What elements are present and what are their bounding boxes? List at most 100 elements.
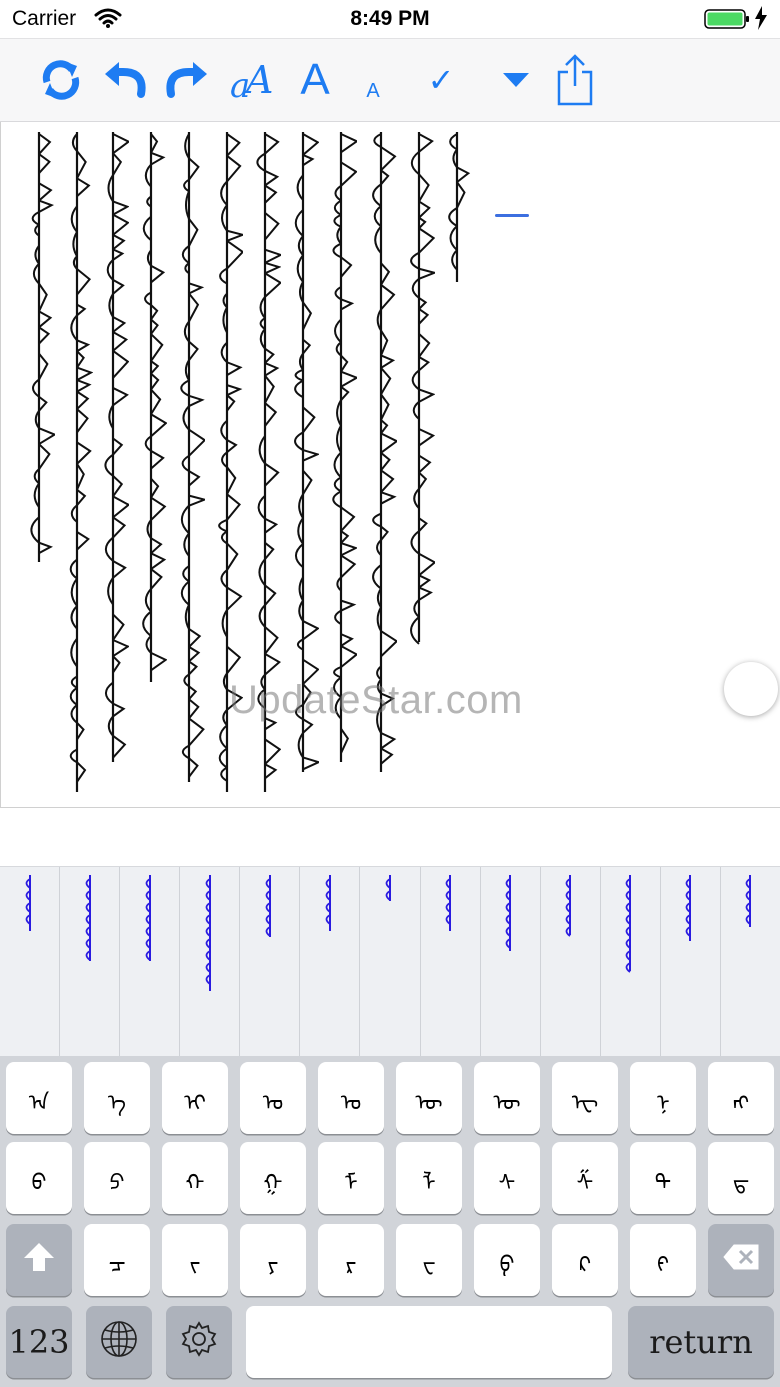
key-3-7[interactable]: ᠺ — [552, 1224, 618, 1296]
settings-key[interactable] — [166, 1306, 232, 1378]
shift-key[interactable] — [6, 1224, 72, 1296]
suggestion-item[interactable] — [481, 867, 541, 1056]
key-label: ᠪ — [31, 1171, 47, 1196]
key-label: ᠭ — [263, 1171, 283, 1196]
text-column — [321, 128, 360, 768]
key-label: ᠲ — [654, 1171, 672, 1196]
key-1-3[interactable]: ᠢ — [162, 1062, 228, 1134]
svg-text:A: A — [243, 58, 273, 102]
undo-button[interactable] — [98, 47, 152, 113]
key-label: ᠣ — [262, 1091, 284, 1116]
key-3-3[interactable]: ᠶ — [240, 1224, 306, 1296]
charging-icon — [754, 6, 768, 35]
key-label: ᠠ — [28, 1091, 50, 1116]
suggestion-item[interactable] — [421, 867, 481, 1056]
key-3-6[interactable]: ᠹ — [474, 1224, 540, 1296]
font-size-increase-button[interactable]: A — [288, 47, 342, 113]
key-3-2[interactable]: ᠵ — [162, 1224, 228, 1296]
key-1-2[interactable]: ᠡ — [84, 1062, 150, 1134]
key-label: ᠵ — [189, 1253, 201, 1278]
key-label: ᠢ — [184, 1091, 206, 1116]
font-style-icon: a A — [228, 57, 276, 103]
key-label: ᠡ — [107, 1091, 127, 1116]
numbers-key[interactable]: 123 — [6, 1306, 72, 1378]
key-2-9[interactable]: ᠲ — [630, 1142, 696, 1214]
key-2-4[interactable]: ᠭ — [240, 1142, 306, 1214]
triangle-down-icon — [502, 71, 530, 89]
key-label: ᠥ — [415, 1091, 443, 1116]
key-2-3[interactable]: ᠬ — [162, 1142, 228, 1214]
status-bar: Carrier 8:49 PM — [0, 0, 780, 38]
dropdown-button[interactable] — [494, 47, 538, 113]
editor-toolbar: a A A A ✓ — [0, 38, 780, 122]
text-column — [57, 128, 94, 798]
shift-icon — [22, 1241, 56, 1279]
key-2-8[interactable]: ᠱ — [552, 1142, 618, 1214]
confirm-button[interactable]: ✓ — [416, 47, 466, 113]
suggestion-item[interactable] — [721, 867, 780, 1056]
key-1-1[interactable]: ᠠ — [6, 1062, 72, 1134]
text-column — [93, 128, 131, 768]
suggestion-item[interactable] — [120, 867, 181, 1056]
share-icon — [555, 54, 595, 106]
key-2-6[interactable]: ᠯ — [396, 1142, 462, 1214]
key-1-9[interactable]: ᠨ — [630, 1062, 696, 1134]
text-column — [437, 128, 473, 288]
globe-icon — [99, 1319, 139, 1365]
key-3-8[interactable]: ᠻ — [630, 1224, 696, 1296]
key-label: ᠩ — [732, 1091, 750, 1116]
key-3-1[interactable]: ᠴ — [84, 1224, 150, 1296]
suggestion-item[interactable] — [180, 867, 241, 1056]
key-1-4[interactable]: ᠣ — [240, 1062, 306, 1134]
key-1-8[interactable]: ᠧ — [552, 1062, 618, 1134]
key-2-5[interactable]: ᠮ — [318, 1142, 384, 1214]
settings-icon — [179, 1319, 219, 1365]
key-label: ᠰ — [498, 1171, 516, 1196]
key-2-7[interactable]: ᠰ — [474, 1142, 540, 1214]
key-label: ᠦ — [493, 1091, 521, 1116]
suggestion-item[interactable] — [0, 867, 61, 1056]
text-column — [131, 128, 168, 688]
refresh-icon — [39, 58, 83, 102]
font-style-button[interactable]: a A — [226, 47, 278, 113]
check-icon: ✓ — [427, 61, 455, 99]
suggestion-item[interactable] — [300, 867, 361, 1056]
backspace-key[interactable] — [708, 1224, 774, 1296]
clock: 8:49 PM — [350, 7, 430, 30]
key-2-10[interactable]: ᠳ — [708, 1142, 774, 1214]
share-button[interactable] — [550, 47, 600, 113]
key-2-2[interactable]: ᠫ — [84, 1142, 150, 1214]
text-cursor — [495, 214, 529, 217]
key-1-6[interactable]: ᠥ — [396, 1062, 462, 1134]
suggestion-item[interactable] — [541, 867, 601, 1056]
numbers-key-label: 123 — [8, 1323, 70, 1361]
key-label: ᠹ — [499, 1253, 515, 1278]
key-label: ᠫ — [109, 1171, 125, 1196]
suggestion-item[interactable] — [601, 867, 661, 1056]
redo-button[interactable] — [160, 47, 214, 113]
suggestion-item[interactable] — [60, 867, 121, 1056]
globe-key[interactable] — [86, 1306, 152, 1378]
key-label: ᠱ — [576, 1171, 594, 1196]
key-label: ᠻ — [656, 1253, 670, 1278]
refresh-button[interactable] — [34, 47, 88, 113]
key-3-5[interactable]: ᠸ — [396, 1224, 462, 1296]
font-size-decrease-label: A — [366, 79, 380, 102]
document-editor[interactable]: UpdateStar.com — [0, 122, 780, 808]
space-key[interactable] — [246, 1306, 612, 1378]
key-label: ᠮ — [344, 1171, 358, 1196]
key-label: ᠶ — [267, 1253, 279, 1278]
key-1-7[interactable]: ᠦ — [474, 1062, 540, 1134]
suggestion-item[interactable] — [240, 867, 301, 1056]
suggestion-bar — [0, 866, 780, 1056]
scroll-handle[interactable] — [724, 662, 778, 716]
return-key[interactable]: return — [628, 1306, 774, 1378]
suggestion-item[interactable] — [661, 867, 721, 1056]
font-size-decrease-button[interactable]: A — [352, 47, 394, 113]
key-1-5[interactable]: ᠤ — [318, 1062, 384, 1134]
key-1-10[interactable]: ᠩ — [708, 1062, 774, 1134]
key-3-4[interactable]: ᠷ — [318, 1224, 384, 1296]
font-size-increase-label: A — [300, 55, 330, 104]
suggestion-item[interactable] — [360, 867, 421, 1056]
key-2-1[interactable]: ᠪ — [6, 1142, 72, 1214]
